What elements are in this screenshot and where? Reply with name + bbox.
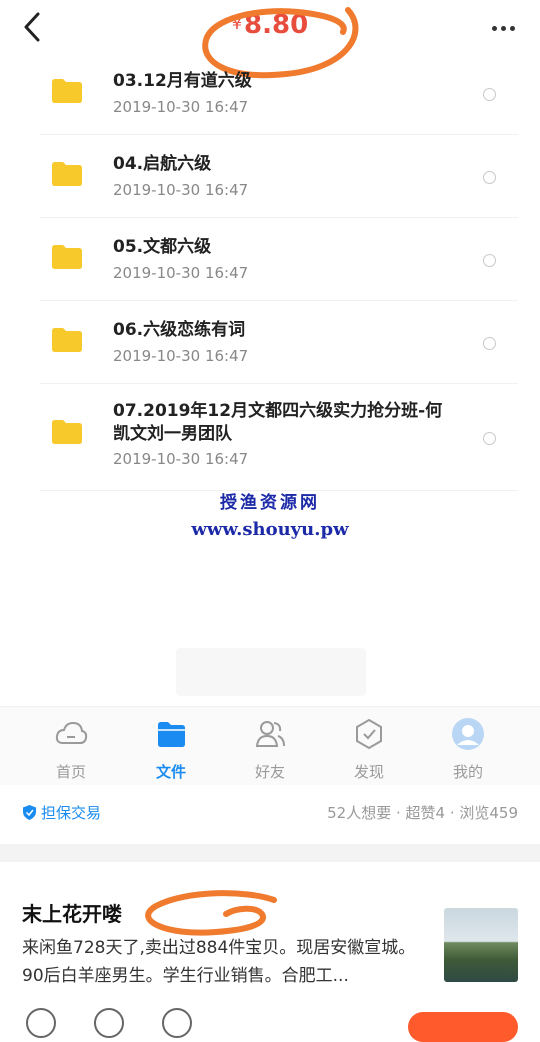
file-name: 07.2019年12月文都四六级实力抢分班-何凯文刘一男团队 <box>113 401 443 444</box>
folder-icon <box>52 245 82 269</box>
star-icon[interactable] <box>162 1008 192 1038</box>
file-date: 2019-10-30 16:47 <box>113 181 249 199</box>
tab-label: 发现 <box>353 763 384 781</box>
guarantee-label: 担保交易 <box>41 804 102 822</box>
blurred-toast <box>176 648 366 696</box>
engagement-counts: 52人想要 · 超赞4 · 浏览459 <box>327 804 518 822</box>
friends-icon <box>255 721 285 747</box>
folder-icon <box>52 162 82 186</box>
seller-name: 末上花开喽 <box>22 902 122 926</box>
select-radio[interactable] <box>483 171 496 184</box>
section-divider <box>0 844 540 862</box>
discover-icon <box>356 718 382 750</box>
tab-label: 文件 <box>155 763 186 781</box>
file-date: 2019-10-30 16:47 <box>113 264 249 282</box>
folder-icon <box>158 722 185 747</box>
select-radio[interactable] <box>483 88 496 101</box>
file-date: 2019-10-30 16:47 <box>113 450 249 468</box>
bottom-tab-bar: 首页 文件 好友 发现 我的 <box>0 706 540 785</box>
orange-circle-annotation <box>145 890 277 936</box>
file-row[interactable]: 04.启航六级 2019-10-30 16:47 <box>40 135 518 218</box>
shield-icon <box>23 805 36 820</box>
cloud-home-icon <box>55 721 88 744</box>
file-row[interactable]: 05.文都六级 2019-10-30 16:47 <box>40 218 518 301</box>
folder-icon <box>52 328 82 352</box>
listing-stats: 担保交易 52人想要 · 超赞4 · 浏览459 <box>0 786 540 836</box>
tab-label: 首页 <box>55 763 86 781</box>
avatar-icon <box>452 718 484 750</box>
more-options-icon[interactable] <box>492 16 522 36</box>
select-radio[interactable] <box>483 337 496 350</box>
tab-files[interactable]: 文件 <box>131 717 211 782</box>
watermark-url: www.shouyu.pw <box>191 519 349 540</box>
seller-description: 来闲鱼728天了,卖出过884件宝贝。现居安徽宣城。90后白羊座男生。学生行业销… <box>22 938 416 986</box>
watermark-title: 授渔资源网 <box>220 493 320 513</box>
tab-friends[interactable]: 好友 <box>230 717 310 782</box>
file-list: 03.12月有道六级 2019-10-30 16:47 04.启航六级 2019… <box>0 56 540 491</box>
seller-card[interactable]: 末上花开喽 来闲鱼728天了,卖出过884件宝贝。现居安徽宣城。90后白羊座男生… <box>0 862 540 1042</box>
folder-icon <box>52 79 82 103</box>
tab-home[interactable]: 首页 <box>31 717 111 782</box>
file-row[interactable]: 06.六级恋练有词 2019-10-30 16:47 <box>40 301 518 384</box>
tab-mine[interactable]: 我的 <box>428 717 508 782</box>
file-date: 2019-10-30 16:47 <box>113 98 249 116</box>
buy-button[interactable] <box>408 1012 518 1042</box>
watermark: 授渔资源网 www.shouyu.pw <box>0 488 540 540</box>
file-name: 05.文都六级 <box>113 237 212 257</box>
select-radio[interactable] <box>483 432 496 445</box>
file-row[interactable]: 07.2019年12月文都四六级实力抢分班-何凯文刘一男团队 2019-10-3… <box>40 384 518 491</box>
like-icon[interactable] <box>26 1008 56 1038</box>
seller-thumbnail[interactable] <box>444 908 518 982</box>
folder-icon <box>52 420 82 444</box>
tab-discover[interactable]: 发现 <box>329 717 409 782</box>
file-row[interactable]: 03.12月有道六级 2019-10-30 16:47 <box>40 56 518 135</box>
file-date: 2019-10-30 16:47 <box>113 347 249 365</box>
comment-icon[interactable] <box>94 1008 124 1038</box>
tab-label: 好友 <box>254 763 285 781</box>
file-name: 03.12月有道六级 <box>113 71 252 91</box>
select-radio[interactable] <box>483 254 496 267</box>
file-name: 06.六级恋练有词 <box>113 320 246 340</box>
tab-label: 我的 <box>452 763 483 781</box>
action-icons <box>26 1008 230 1042</box>
guarantee-trade[interactable]: 担保交易 <box>22 802 101 823</box>
file-name: 04.启航六级 <box>113 154 212 174</box>
